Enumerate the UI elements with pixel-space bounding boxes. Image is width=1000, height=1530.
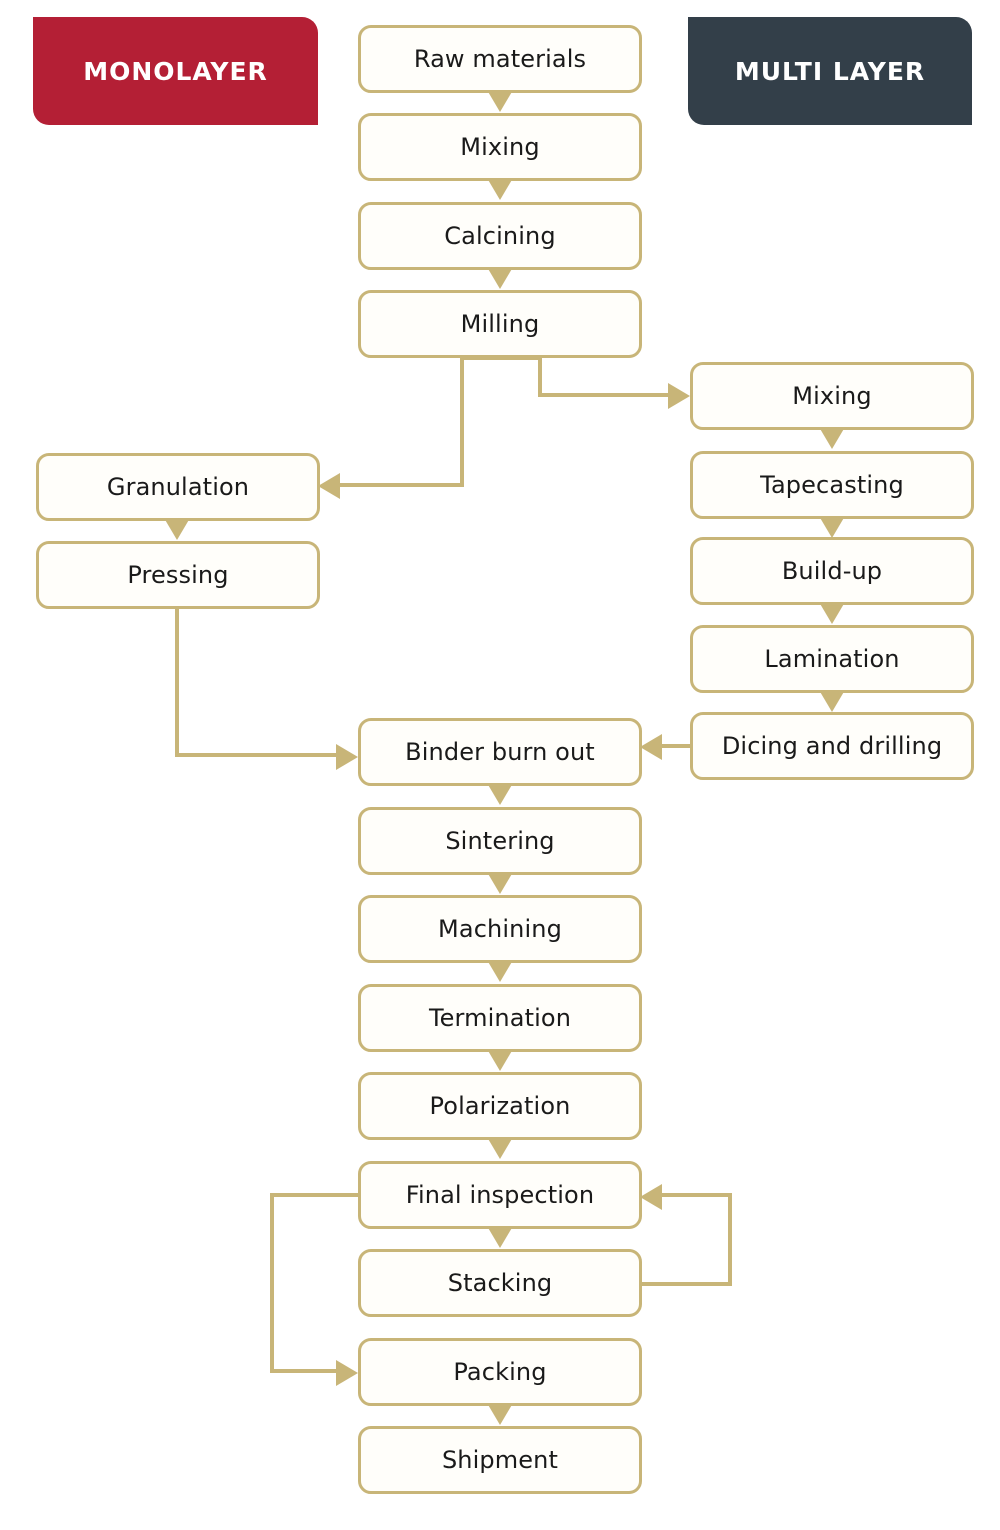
- multilayer-banner-label: MULTI LAYER: [734, 56, 926, 86]
- node-shipment[interactable]: Shipment: [358, 1426, 642, 1494]
- connector-arrow-mixing-to-calcining: [487, 178, 513, 200]
- node-termination[interactable]: Termination: [358, 984, 642, 1052]
- connector-arrow-polarization-to-final-inspection: [487, 1137, 513, 1159]
- connector-final-to-packing-bottom: [270, 1369, 338, 1373]
- node-milling-label: Milling: [460, 310, 540, 338]
- connector-arrow-sintering-to-machining: [487, 872, 513, 894]
- connector-arrow-stacking-to-final: [640, 1184, 662, 1210]
- node-packing-label: Packing: [453, 1358, 547, 1386]
- connector-final-to-packing-vertical: [270, 1193, 274, 1373]
- node-mixing-multilayer[interactable]: Mixing: [690, 362, 974, 430]
- node-stacking-label: Stacking: [447, 1269, 553, 1297]
- connector-arrow-milling-to-granulation: [318, 473, 340, 499]
- node-dicing-and-drilling[interactable]: Dicing and drilling: [690, 712, 974, 780]
- multilayer-banner: MULTI LAYER: [688, 17, 972, 125]
- connector-milling-to-multimixing-horizontal: [538, 393, 670, 397]
- node-raw-materials[interactable]: Raw materials: [358, 25, 642, 93]
- connector-arrow-granulation-to-pressing: [164, 518, 190, 540]
- node-lamination[interactable]: Lamination: [690, 625, 974, 693]
- node-polarization-label: Polarization: [429, 1092, 571, 1120]
- node-tapecasting[interactable]: Tapecasting: [690, 451, 974, 519]
- node-packing[interactable]: Packing: [358, 1338, 642, 1406]
- node-stacking[interactable]: Stacking: [358, 1249, 642, 1317]
- node-raw-materials-label: Raw materials: [413, 45, 587, 73]
- node-final-inspection-label: Final inspection: [405, 1181, 595, 1209]
- node-polarization[interactable]: Polarization: [358, 1072, 642, 1140]
- connector-pressing-to-binder-horizontal: [175, 753, 338, 757]
- connector-milling-to-multimixing-vertical: [538, 356, 542, 397]
- flowchart-canvas: MONOLAYER MULTI LAYER Raw materials Mixi…: [0, 0, 1000, 1530]
- connector-arrow-raw-to-mixing: [487, 90, 513, 112]
- node-milling[interactable]: Milling: [358, 290, 642, 358]
- connector-arrow-multimixing-to-tapecasting: [819, 427, 845, 449]
- connector-arrow-calcining-to-milling: [487, 267, 513, 289]
- connector-stacking-to-final-bottom: [638, 1282, 732, 1286]
- connector-milling-to-granulation-vertical: [460, 356, 464, 487]
- connector-final-to-packing-top: [270, 1193, 362, 1197]
- node-final-inspection[interactable]: Final inspection: [358, 1161, 642, 1229]
- node-mixing-common[interactable]: Mixing: [358, 113, 642, 181]
- node-pressing-label: Pressing: [127, 561, 229, 589]
- node-pressing[interactable]: Pressing: [36, 541, 320, 609]
- connector-arrow-packing-to-shipment: [487, 1403, 513, 1425]
- node-granulation[interactable]: Granulation: [36, 453, 320, 521]
- connector-arrow-pressing-to-binder: [336, 744, 358, 770]
- monolayer-banner: MONOLAYER: [33, 17, 318, 125]
- node-tapecasting-label: Tapecasting: [760, 471, 904, 499]
- node-binder-burn-out-label: Binder burn out: [405, 738, 595, 766]
- node-shipment-label: Shipment: [441, 1446, 559, 1474]
- node-calcining[interactable]: Calcining: [358, 202, 642, 270]
- node-machining-label: Machining: [438, 915, 562, 943]
- connector-arrow-final-inspection-to-stacking: [487, 1226, 513, 1248]
- connector-arrow-tapecasting-to-buildup: [819, 516, 845, 538]
- connector-arrow-lamination-to-dicing: [819, 690, 845, 712]
- node-sintering-label: Sintering: [445, 827, 555, 855]
- node-build-up[interactable]: Build-up: [690, 537, 974, 605]
- node-mixing-multilayer-label: Mixing: [792, 382, 872, 410]
- connector-arrow-final-to-packing: [336, 1360, 358, 1386]
- connector-stacking-to-final-top: [662, 1193, 730, 1197]
- connector-arrow-dicing-to-binder: [640, 734, 662, 760]
- node-mixing-common-label: Mixing: [460, 133, 540, 161]
- node-machining[interactable]: Machining: [358, 895, 642, 963]
- connector-stacking-to-final-vertical: [728, 1193, 732, 1286]
- node-termination-label: Termination: [428, 1004, 572, 1032]
- connector-arrow-milling-to-multimixing: [668, 383, 690, 409]
- connector-arrow-machining-to-termination: [487, 960, 513, 982]
- connector-pressing-to-binder-vertical: [175, 606, 179, 757]
- node-build-up-label: Build-up: [781, 557, 883, 585]
- node-granulation-label: Granulation: [106, 473, 250, 501]
- node-sintering[interactable]: Sintering: [358, 807, 642, 875]
- node-calcining-label: Calcining: [444, 222, 556, 250]
- node-binder-burn-out[interactable]: Binder burn out: [358, 718, 642, 786]
- connector-arrow-termination-to-polarization: [487, 1049, 513, 1071]
- node-dicing-and-drilling-label: Dicing and drilling: [721, 732, 943, 760]
- connector-arrow-binder-to-sintering: [487, 783, 513, 805]
- connector-arrow-buildup-to-lamination: [819, 602, 845, 624]
- monolayer-banner-label: MONOLAYER: [83, 56, 268, 86]
- node-lamination-label: Lamination: [764, 645, 900, 673]
- connector-milling-to-granulation-horizontal: [340, 483, 464, 487]
